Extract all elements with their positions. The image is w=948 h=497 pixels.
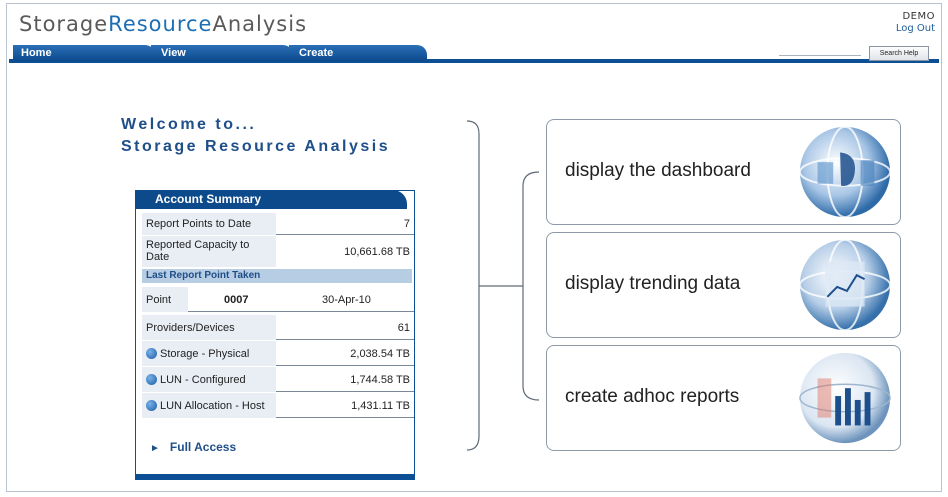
point-date: 30-Apr-10 — [322, 294, 371, 306]
full-access-link[interactable]: ► Full Access — [150, 440, 236, 454]
account-summary-header: Account Summary — [135, 190, 415, 209]
account-summary-title: Account Summary — [155, 192, 262, 206]
point-row: Point 0007 30-Apr-10 — [142, 287, 414, 312]
point-number: 0007 — [224, 294, 249, 306]
providers-row: Providers/Devices 61 — [142, 315, 414, 340]
info-icon[interactable] — [146, 374, 157, 385]
welcome-line-1: Welcome to... — [121, 116, 257, 133]
main-nav: Create View Home Search Help — [9, 45, 939, 63]
display-trending-card[interactable]: display trending data — [546, 232, 901, 338]
lun-configured-row: LUN - Configured 1,744.58 TB — [142, 367, 414, 392]
report-points-row: Report Points to Date 7 — [142, 213, 414, 235]
welcome-line-2: Storage Resource Analysis — [121, 138, 391, 155]
user-name: DEMO — [902, 11, 935, 22]
reports-globe-icon — [799, 352, 891, 444]
last-report-point-header: Last Report Point Taken — [142, 269, 412, 283]
app-frame: StorageResourceAnalysis DEMO Log Out Cre… — [6, 3, 942, 492]
lun-allocation-row: LUN Allocation - Host 1,431.11 TB — [142, 393, 414, 418]
info-icon[interactable] — [146, 348, 157, 359]
dashboard-globe-icon — [798, 125, 892, 219]
capacity-row: Reported Capacity to Date 10,661.68 TB — [142, 236, 414, 267]
trending-globe-icon — [798, 238, 892, 332]
bracket-connector — [466, 120, 540, 451]
tab-view[interactable]: View — [151, 45, 293, 61]
search-help-button[interactable]: Search Help — [869, 46, 929, 61]
tab-home[interactable]: Home — [13, 45, 155, 61]
search-input[interactable] — [779, 55, 861, 56]
play-arrow-icon: ► — [150, 443, 160, 454]
info-icon[interactable] — [146, 400, 157, 411]
logout-link[interactable]: Log Out — [896, 23, 935, 34]
user-panel: DEMO Log Out — [896, 11, 935, 35]
tab-create[interactable]: Create — [289, 45, 427, 61]
welcome-heading: Welcome to... Storage Resource Analysis — [121, 114, 390, 158]
display-dashboard-card[interactable]: display the dashboard — [546, 119, 901, 225]
app-logo: StorageResourceAnalysis — [19, 12, 308, 36]
account-summary-panel: Account Summary Report Points to Date 7 … — [135, 190, 415, 480]
storage-physical-row: Storage - Physical 2,038.54 TB — [142, 341, 414, 366]
create-adhoc-reports-card[interactable]: create adhoc reports — [546, 345, 901, 451]
